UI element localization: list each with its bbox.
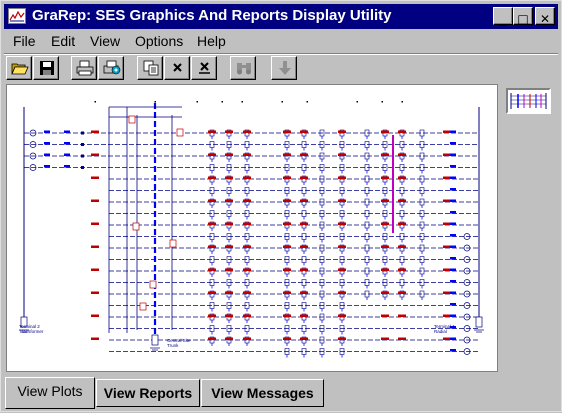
- toolbar: [4, 53, 558, 84]
- grounding-network-diagram: Terminal 2 Transformer Central Site Trun…: [19, 101, 484, 358]
- delete-button[interactable]: [164, 56, 190, 80]
- open-button[interactable]: [6, 56, 32, 80]
- maximize-button[interactable]: □: [513, 7, 533, 26]
- menu-options[interactable]: Options: [135, 32, 183, 50]
- application-window: GraRep: SES Graphics And Reports Display…: [0, 0, 562, 412]
- delete-x-underline-icon: [199, 62, 210, 74]
- thumbnail-preview-icon: [508, 90, 549, 112]
- save-disk-icon: [40, 61, 54, 75]
- delete-all-button[interactable]: [191, 56, 217, 80]
- window-title: GraRep: SES Graphics And Reports Display…: [32, 7, 392, 24]
- tab-view-reports[interactable]: View Reports: [96, 379, 200, 407]
- plot-canvas[interactable]: Terminal 2 Transformer Central Site Trun…: [6, 84, 498, 372]
- copy-button[interactable]: [137, 56, 163, 80]
- right-terminal-sublabel: Radial: [434, 329, 447, 334]
- copy-icon: [143, 60, 159, 76]
- menu-edit[interactable]: Edit: [51, 32, 75, 50]
- print-setup-icon: [103, 60, 121, 75]
- find-button[interactable]: [230, 56, 256, 80]
- menu-view[interactable]: View: [90, 32, 120, 50]
- minimize-icon: _: [500, 12, 506, 26]
- open-folder-icon: [11, 63, 29, 75]
- tab-view-plots[interactable]: View Plots: [5, 377, 95, 409]
- move-down-button[interactable]: [271, 56, 297, 80]
- delete-x-icon: [173, 63, 182, 72]
- tab-view-messages[interactable]: View Messages: [201, 379, 324, 407]
- close-icon: ✕: [539, 12, 551, 26]
- view-tabs: View Plots View Reports View Messages: [1, 375, 562, 413]
- app-graph-icon[interactable]: [8, 8, 26, 24]
- left-terminal-sublabel: Transformer: [19, 329, 44, 334]
- maximize-icon: □: [517, 12, 529, 26]
- menu-help[interactable]: Help: [197, 32, 226, 50]
- menu-bar: File Edit View Options Help: [4, 31, 558, 51]
- print-icon: [76, 60, 94, 76]
- print-setup-button[interactable]: [98, 56, 124, 80]
- title-bar[interactable]: GraRep: SES Graphics And Reports Display…: [4, 4, 558, 29]
- plot-thumbnail[interactable]: [506, 88, 551, 114]
- print-button[interactable]: [71, 56, 97, 80]
- save-button[interactable]: [33, 56, 59, 80]
- binoculars-icon: [237, 63, 251, 75]
- central-site-sublabel: Trunk: [167, 343, 179, 348]
- down-arrow-icon: [279, 61, 291, 75]
- close-button[interactable]: ✕: [535, 7, 555, 26]
- minimize-button[interactable]: _: [493, 7, 513, 26]
- menu-file[interactable]: File: [13, 32, 36, 50]
